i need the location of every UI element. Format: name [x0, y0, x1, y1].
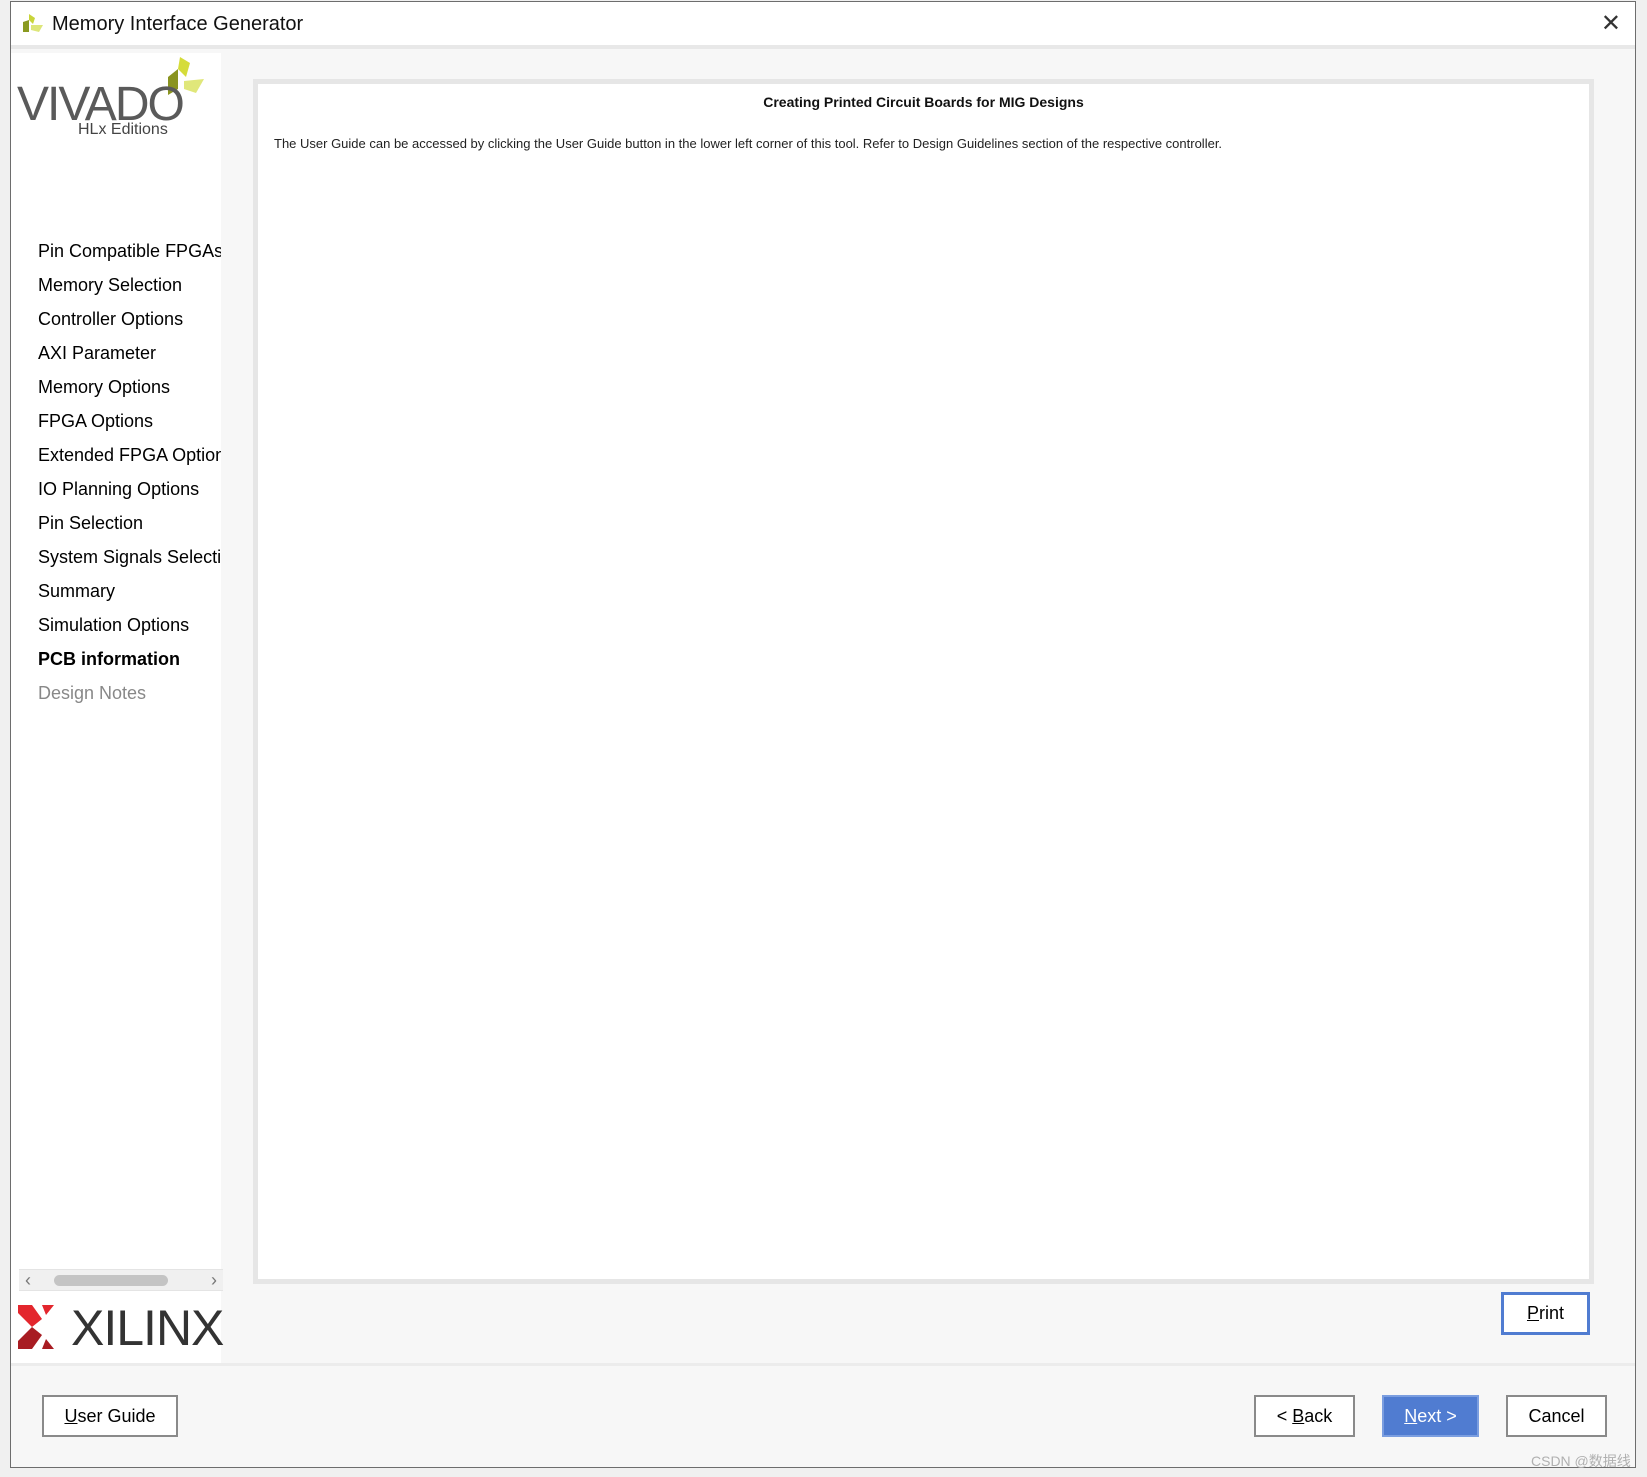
step-controller-options[interactable]: Controller Options [38, 308, 221, 342]
step-simulation-options[interactable]: Simulation Options [38, 614, 221, 648]
step-pin-selection[interactable]: Pin Selection [38, 512, 221, 546]
close-icon[interactable]: ✕ [1601, 12, 1621, 36]
user-guide-label: ser Guide [77, 1406, 156, 1426]
sidebar: VIVADO HLx Editions Pin Compatible FPGAs… [11, 53, 224, 1365]
step-io-planning-options[interactable]: IO Planning Options [38, 478, 221, 512]
cancel-button[interactable]: Cancel [1506, 1395, 1607, 1437]
step-design-notes: Design Notes [38, 683, 147, 703]
footer-divider [11, 1363, 1635, 1366]
print-label: rint [1539, 1303, 1565, 1323]
step-memory-selection[interactable]: Memory Selection [38, 274, 221, 308]
user-guide-button[interactable]: User Guide [42, 1395, 178, 1437]
step-fpga-options[interactable]: FPGA Options [38, 410, 221, 444]
mig-dialog: Memory Interface Generator ✕ VIVADO HLx … [10, 1, 1636, 1468]
xilinx-logo: XILINX [71, 1300, 224, 1356]
document-view [258, 84, 1589, 1279]
step-memory-options[interactable]: Memory Options [38, 376, 221, 410]
back-label: ack [1304, 1406, 1333, 1426]
horizontal-scrollbar[interactable]: ‹ › [19, 1269, 223, 1291]
hlx-editions: HLx Editions [78, 121, 168, 138]
step-pcb-information[interactable]: PCB information [38, 648, 221, 682]
scrollbar-thumb[interactable] [54, 1275, 168, 1286]
xilinx-logo-mark [18, 1305, 54, 1349]
print-mnemonic: P [1526, 1303, 1539, 1323]
step-list: Pin Compatible FPGAs Memory Selection Cont… [38, 240, 221, 716]
document-body: The User Guide can be accessed by clicki… [274, 136, 1223, 151]
next-label: ext > [1417, 1406, 1457, 1426]
next-mnemonic: N [1404, 1406, 1418, 1426]
window-title: Memory Interface Generator [52, 13, 304, 35]
back-mnemonic: B [1292, 1406, 1305, 1426]
step-pin-compatible-fpgas[interactable]: Pin Compatible FPGAs [38, 240, 221, 274]
step-summary[interactable]: Summary [38, 580, 221, 614]
pcb-info-panel [253, 79, 1594, 1284]
print-button[interactable]: Print [1501, 1292, 1590, 1335]
step-axi-parameter[interactable]: AXI Parameter [38, 342, 221, 376]
next-button[interactable]: Next > [1382, 1395, 1479, 1437]
title-bar: Memory Interface Generator ✕ [11, 2, 1635, 49]
back-button[interactable]: < Back [1254, 1395, 1355, 1437]
document-title: Creating Printed Circuit Boards for MIG … [763, 94, 1084, 110]
back-prefix: < [1276, 1406, 1293, 1426]
step-extended-fpga-options[interactable]: Extended FPGA Options [38, 444, 221, 478]
watermark: CSDN @数据线 [1531, 1453, 1631, 1469]
step-system-signals-selection[interactable]: System Signals Selection [38, 546, 221, 580]
scroll-right-icon[interactable]: › [211, 1270, 217, 1290]
user-guide-mnemonic: U [64, 1406, 78, 1426]
scroll-left-icon[interactable]: ‹ [25, 1270, 31, 1290]
vivado-app-icon [23, 14, 43, 32]
